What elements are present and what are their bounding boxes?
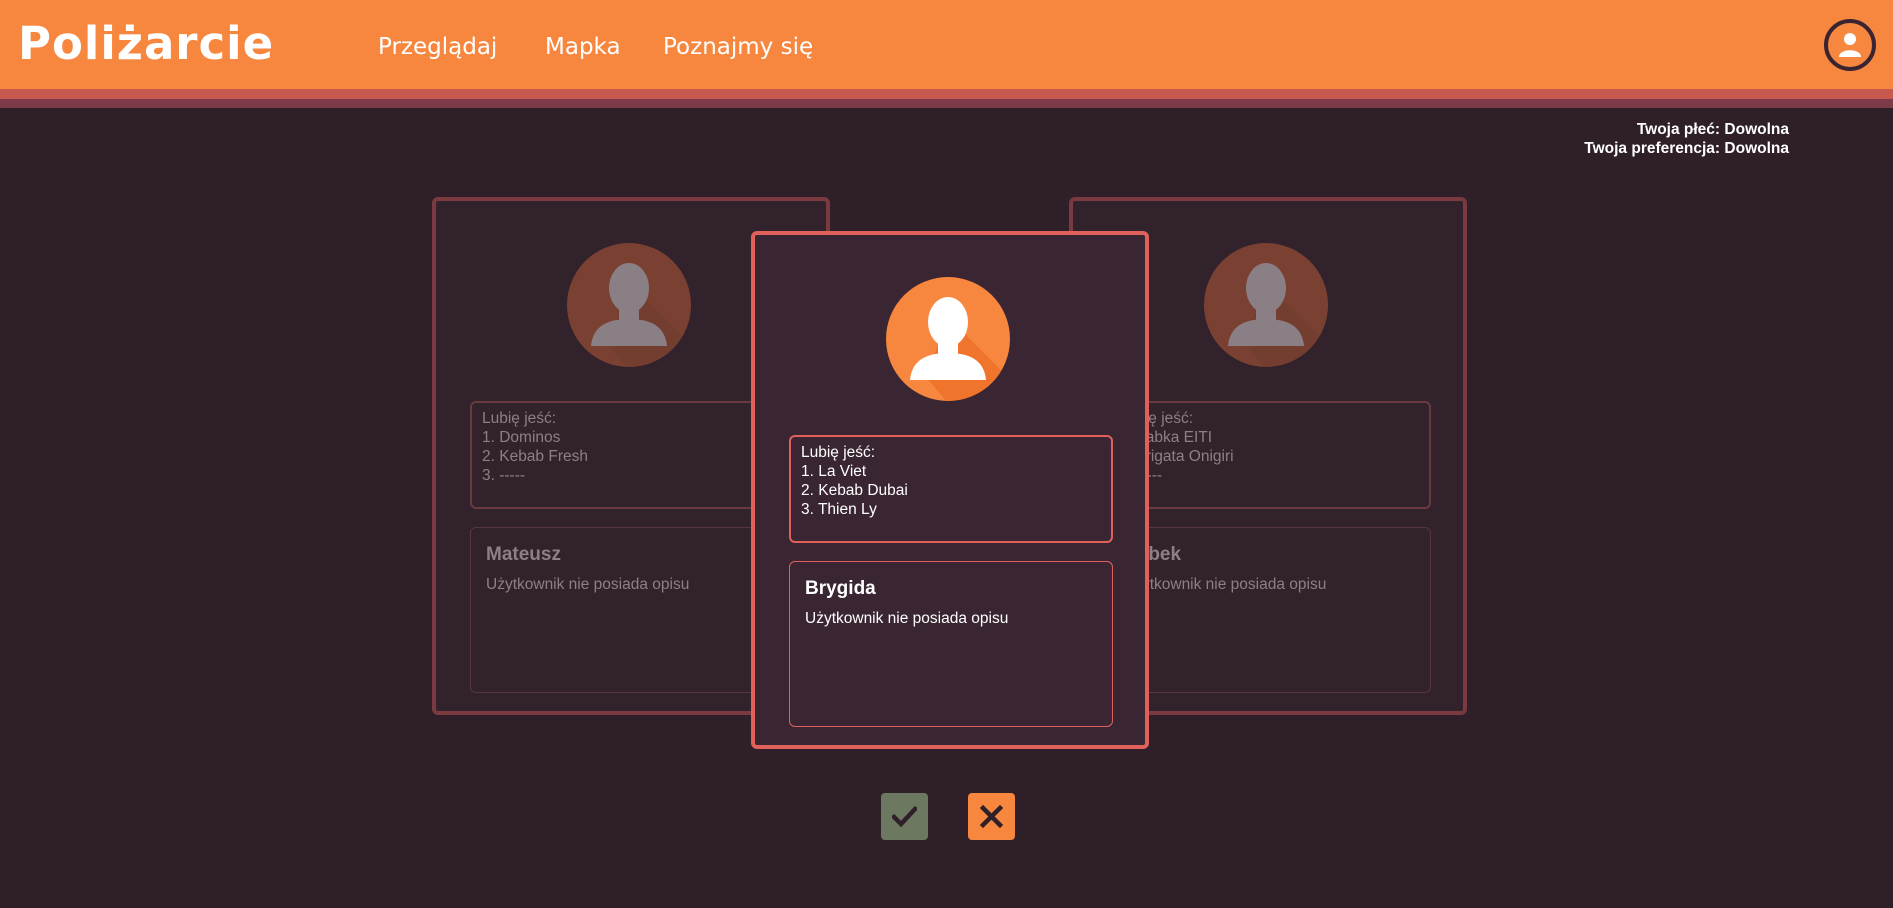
- profile-name: Kubek: [1123, 544, 1182, 565]
- nav-link-poznajmy-sie[interactable]: Poznajmy się: [663, 30, 813, 64]
- header-stripe-dark: [0, 99, 1893, 108]
- user-silhouette-icon: [1228, 263, 1328, 367]
- profile-about: Brygida Użytkownik nie posiada opisu: [789, 561, 1113, 727]
- header-stripe: [0, 89, 1893, 99]
- user-silhouette-icon: [910, 297, 1010, 401]
- profile-description: Użytkownik nie posiada opisu: [1123, 576, 1327, 593]
- nav-link-mapka[interactable]: Mapka: [545, 30, 621, 64]
- food-item: 1. La Viet: [801, 463, 867, 480]
- profile-button[interactable]: [1824, 19, 1876, 71]
- profile-card-current[interactable]: Lubię jeść: 1. La Viet 2. Kebab Dubai 3.…: [751, 231, 1149, 749]
- profile-name: Brygida: [805, 578, 876, 599]
- avatar: [1204, 243, 1328, 367]
- food-item: 2. Kebab Dubai: [801, 482, 908, 499]
- avatar: [567, 243, 691, 367]
- accept-button[interactable]: [881, 793, 928, 840]
- food-item: 1. Dominos: [482, 429, 561, 446]
- food-item: 2. Kebab Fresh: [482, 448, 588, 465]
- top-navigation-bar: Poliżarcie Przeglądaj Mapka Poznajmy się: [0, 0, 1893, 89]
- user-circle-icon: [1839, 33, 1861, 57]
- profile-name: Mateusz: [486, 544, 561, 565]
- profile-about: Kubek Użytkownik nie posiada opisu: [1107, 527, 1431, 693]
- food-item: 2. Frigata Onigiri: [1119, 448, 1234, 465]
- food-item: 3. -----: [1119, 467, 1163, 484]
- favorite-foods: Lubię jeść: 1. Dominos 2. Kebab Fresh 3.…: [470, 401, 794, 509]
- user-silhouette-icon: [591, 263, 691, 367]
- reject-button[interactable]: [968, 793, 1015, 840]
- food-item: 1. Żabka EITI: [1119, 429, 1213, 446]
- nav-link-przegladaj[interactable]: Przeglądaj: [378, 30, 497, 64]
- food-item: 3. Thien Ly: [801, 501, 877, 518]
- favorite-foods: Lubię jeść: 1. Żabka EITI 2. Frigata Oni…: [1107, 401, 1431, 509]
- profile-about: Mateusz Użytkownik nie posiada opisu: [470, 527, 794, 693]
- gender-preference: Twoja płeć: Dowolna: [1636, 121, 1789, 138]
- favorite-foods: Lubię jeść: 1. La Viet 2. Kebab Dubai 3.…: [789, 435, 1113, 543]
- close-icon: [979, 804, 1004, 829]
- check-icon: [892, 805, 917, 828]
- match-preference: Twoja preferencja: Dowolna: [1584, 140, 1789, 157]
- profile-description: Użytkownik nie posiada opisu: [805, 610, 1009, 627]
- profile-description: Użytkownik nie posiada opisu: [486, 576, 690, 593]
- avatar: [886, 277, 1010, 401]
- food-item: 3. -----: [482, 467, 526, 484]
- brand-logo[interactable]: Poliżarcie: [18, 14, 274, 74]
- preferences-panel: Twoja płeć: Dowolna Twoja preferencja: D…: [1584, 120, 1789, 158]
